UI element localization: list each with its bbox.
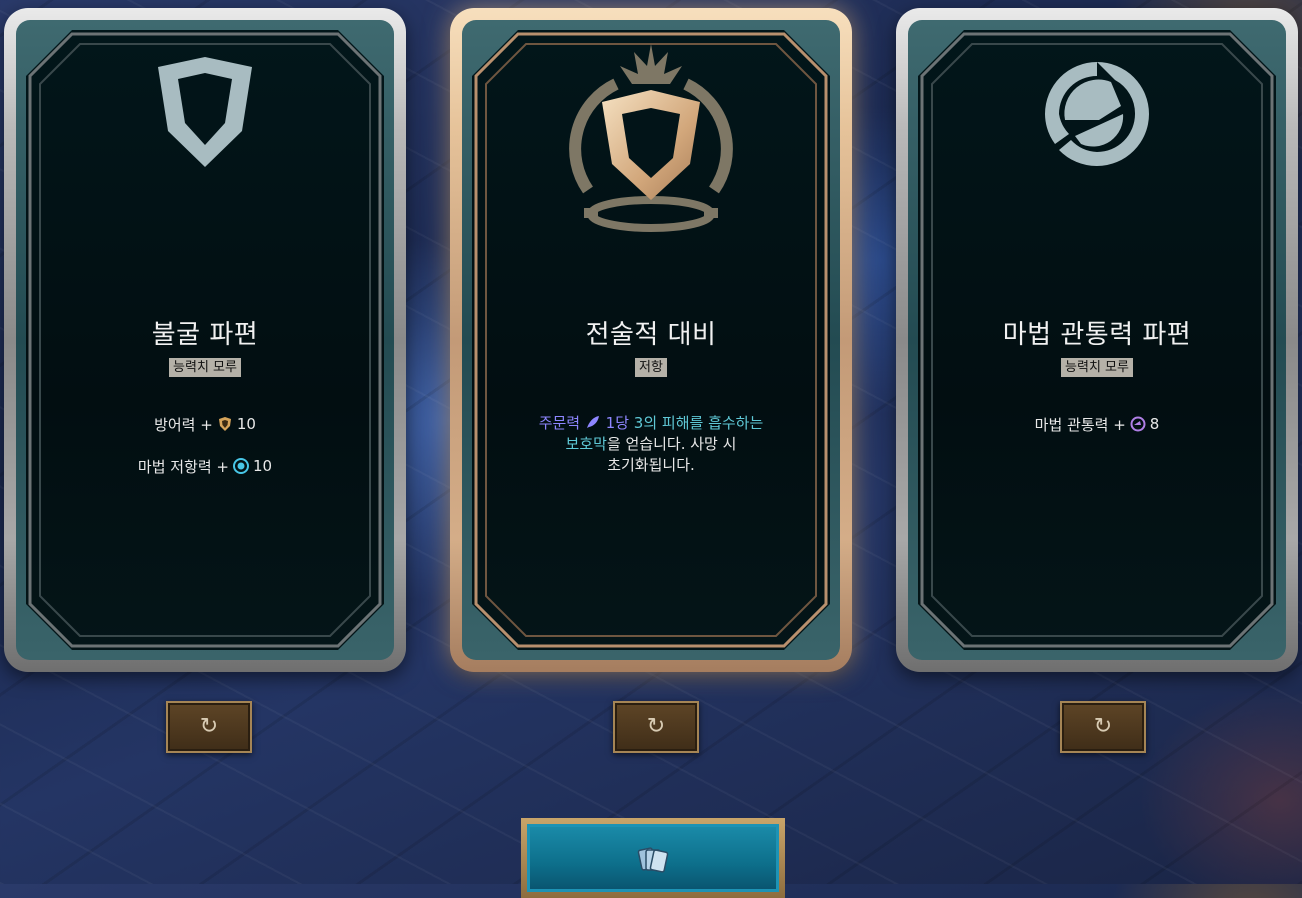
- card-frame: 마법 관통력 파편 능력치 모루 마법 관통력 + 8: [908, 20, 1286, 660]
- stat-label: 마법 관통력 +: [1034, 415, 1126, 434]
- radiant-shield-icon: [472, 40, 830, 240]
- stat-armor: 방어력 + 10: [26, 413, 384, 435]
- desc-per: 1당: [605, 414, 630, 432]
- card-tag: 능력치 모루: [169, 358, 241, 377]
- desc-ability-power: 주문력: [538, 414, 581, 432]
- reroll-button-1[interactable]: ↻: [166, 701, 252, 753]
- refresh-icon: ↻: [199, 714, 219, 739]
- deck-button[interactable]: [521, 818, 785, 898]
- refresh-icon: ↻: [1093, 714, 1113, 739]
- armor-icon: [217, 416, 233, 432]
- card-title: 불굴 파편: [151, 320, 259, 350]
- desc-reset: 초기화됩니다.: [607, 456, 695, 474]
- desc-gain: 을 얻습니다. 사망 시: [606, 435, 737, 453]
- card-tag: 저항: [635, 358, 667, 377]
- desc-shield: 보호막: [565, 435, 607, 453]
- card-tag: 능력치 모루: [1061, 358, 1133, 377]
- stat-label: 방어력 +: [154, 415, 213, 434]
- augment-card-2[interactable]: 전술적 대비 저항 주문력 1당 3의 피해를 흡수하는 보호막을 얻습니다. …: [450, 8, 852, 672]
- reroll-button-2[interactable]: ↻: [613, 701, 699, 753]
- augment-card-3[interactable]: 마법 관통력 파편 능력치 모루 마법 관통력 + 8: [896, 8, 1298, 672]
- stat-value: 8: [1149, 415, 1160, 433]
- card-title: 마법 관통력 파편: [1002, 320, 1192, 350]
- shield-icon: [26, 55, 384, 255]
- magic-penetration-icon: [918, 58, 1276, 258]
- cards-icon: [637, 847, 669, 873]
- magic-resist-icon: [233, 458, 249, 474]
- stat-magic-resist: 마법 저항력 + 10: [26, 455, 384, 477]
- stat-value: 10: [236, 415, 256, 433]
- augment-card-1[interactable]: 불굴 파편 능력치 모루 방어력 + 10 마법 저항력 + 10: [4, 8, 406, 672]
- card-stats: 마법 관통력 + 8: [918, 413, 1276, 455]
- magic-pen-icon: [1130, 416, 1146, 432]
- desc-absorb: 3의 피해를 흡수하는: [633, 414, 764, 432]
- card-panel: 불굴 파편 능력치 모루 방어력 + 10 마법 저항력 + 10: [26, 30, 384, 650]
- card-stats: 방어력 + 10 마법 저항력 + 10: [26, 413, 384, 497]
- reroll-button-3[interactable]: ↻: [1060, 701, 1146, 753]
- card-title: 전술적 대비: [585, 320, 717, 350]
- deck-button-face: [527, 824, 779, 892]
- card-frame: 불굴 파편 능력치 모루 방어력 + 10 마법 저항력 + 10: [16, 20, 394, 660]
- stat-value: 10: [253, 457, 273, 475]
- card-frame: 전술적 대비 저항 주문력 1당 3의 피해를 흡수하는 보호막을 얻습니다. …: [462, 20, 840, 660]
- card-description: 주문력 1당 3의 피해를 흡수하는 보호막을 얻습니다. 사망 시 초기화됩니…: [520, 413, 782, 476]
- card-panel: 마법 관통력 파편 능력치 모루 마법 관통력 + 8: [918, 30, 1276, 650]
- ability-power-icon: [585, 414, 601, 430]
- stat-magic-pen: 마법 관통력 + 8: [918, 413, 1276, 435]
- stat-label: 마법 저항력 +: [137, 457, 229, 476]
- card-panel: 전술적 대비 저항 주문력 1당 3의 피해를 흡수하는 보호막을 얻습니다. …: [472, 30, 830, 650]
- refresh-icon: ↻: [646, 714, 666, 739]
